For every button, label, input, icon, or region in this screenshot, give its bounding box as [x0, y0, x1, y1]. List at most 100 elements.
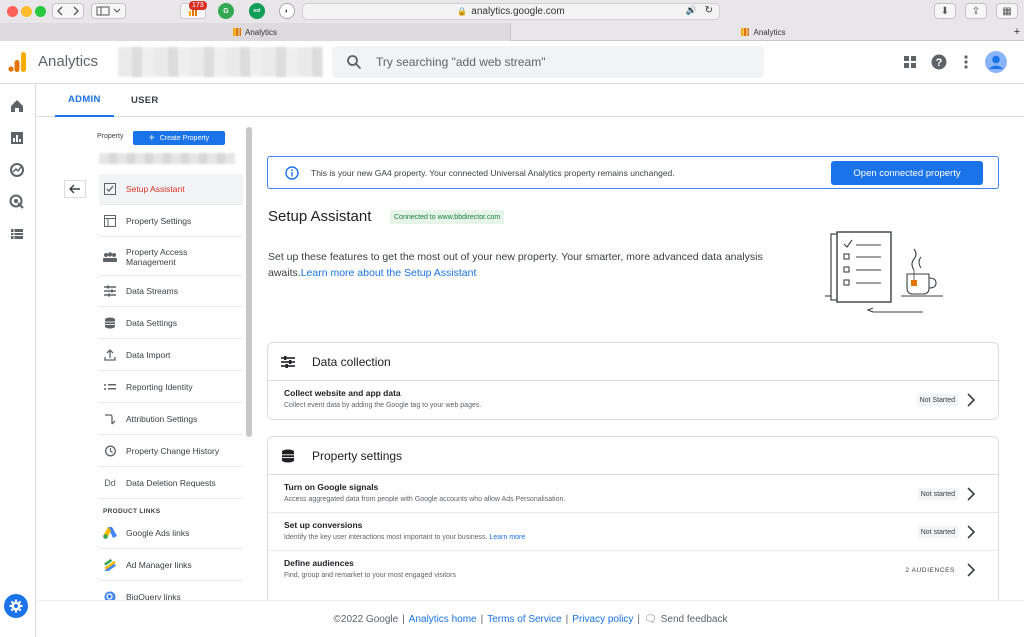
- reload-icon[interactable]: ↻: [705, 5, 713, 16]
- apps-button[interactable]: [901, 53, 919, 71]
- nav-item-data-settings[interactable]: Data Settings: [99, 308, 243, 339]
- app-title: Analytics: [38, 53, 99, 70]
- plus-icon: +: [148, 132, 155, 144]
- extension-badge: 173: [189, 1, 207, 10]
- nav-scrollbar[interactable]: [246, 127, 252, 437]
- speaker-icon[interactable]: 🔊: [686, 5, 697, 16]
- nav-item-google-ads-links[interactable]: Google Ads links: [99, 518, 243, 549]
- send-feedback-link[interactable]: Send feedback: [661, 614, 728, 625]
- streams-icon: [281, 355, 295, 368]
- identity-icon: [103, 380, 117, 394]
- nav-item-property-settings[interactable]: Property Settings: [99, 206, 243, 237]
- nav-item-label: Google Ads links: [126, 528, 190, 538]
- tab-overview-button[interactable]: ▦: [996, 3, 1018, 19]
- address-bar[interactable]: 🔒 analytics.google.com 🔊 ↻: [302, 3, 720, 20]
- admin-button[interactable]: [4, 594, 28, 618]
- task-row-conversions[interactable]: Set up conversions Identify the key user…: [268, 513, 998, 551]
- grammarly-extension-icon[interactable]: G: [218, 3, 234, 19]
- product-links-heading: PRODUCT LINKS: [103, 508, 161, 515]
- database-icon: [103, 316, 117, 330]
- close-window-button[interactable]: [7, 6, 18, 17]
- task-row-audiences[interactable]: Define audiences Find, group and remarke…: [268, 551, 998, 589]
- explore-icon[interactable]: [9, 162, 25, 178]
- search-bar[interactable]: Try searching "add web stream": [332, 46, 764, 78]
- back-forward-buttons[interactable]: [52, 3, 84, 19]
- share-button[interactable]: ⇪: [965, 3, 987, 19]
- task-description: Identify the key user interactions most …: [284, 534, 525, 541]
- arrow-left-icon: [69, 184, 80, 194]
- sidebar-toggle-button[interactable]: [91, 3, 126, 19]
- new-tab-button[interactable]: +: [1010, 23, 1024, 41]
- privacy-policy-link[interactable]: Privacy policy: [572, 614, 633, 625]
- footer-separator: |: [402, 613, 405, 625]
- download-icon: ⬇: [940, 5, 950, 17]
- nav-item-reporting-identity[interactable]: Reporting Identity: [99, 372, 243, 403]
- terms-of-service-link[interactable]: Terms of Service: [487, 614, 561, 625]
- status-badge: Not started: [917, 488, 958, 500]
- chevron-right-icon[interactable]: [966, 393, 976, 407]
- avatar-icon: [985, 51, 1007, 73]
- nav-item-attribution-settings[interactable]: Attribution Settings: [99, 404, 243, 435]
- people-icon: [103, 250, 117, 264]
- more-options-button[interactable]: [957, 53, 975, 71]
- property-label: Property: [97, 133, 124, 140]
- more-vert-icon: [964, 55, 968, 69]
- back-button[interactable]: [64, 180, 86, 198]
- advertising-icon[interactable]: [9, 194, 25, 210]
- browser-tab-title: Analytics: [753, 27, 786, 37]
- nav-item-data-streams[interactable]: Data Streams: [99, 276, 243, 307]
- reports-icon[interactable]: [9, 130, 25, 146]
- dd-icon: Dd: [104, 478, 116, 488]
- create-property-button[interactable]: + Create Property: [133, 131, 225, 145]
- tab-user[interactable]: USER: [119, 84, 171, 117]
- account-avatar[interactable]: [985, 51, 1007, 73]
- property-nav-panel: Property + Create Property Setup Assista…: [37, 118, 257, 600]
- nav-item-data-import[interactable]: Data Import: [99, 340, 243, 371]
- nav-item-label: Property Access Management: [126, 246, 188, 267]
- chevron-right-icon[interactable]: [966, 525, 976, 539]
- learn-more-setup-link[interactable]: Learn more about the Setup Assistant: [301, 267, 477, 279]
- nav-item-data-deletion-requests[interactable]: Dd Data Deletion Requests: [99, 468, 243, 499]
- analytics-home-link[interactable]: Analytics home: [409, 614, 477, 625]
- tab-admin[interactable]: ADMIN: [55, 84, 114, 117]
- learn-more-link[interactable]: Learn more: [489, 534, 525, 541]
- open-connected-property-button[interactable]: Open connected property: [831, 161, 983, 185]
- nav-item-bigquery-links[interactable]: BigQuery links: [99, 582, 243, 600]
- home-icon[interactable]: [9, 98, 25, 114]
- browser-tab-1[interactable]: Analytics: [0, 23, 510, 41]
- task-row-google-signals[interactable]: Turn on Google signals Access aggregated…: [268, 475, 998, 513]
- task-description-text: Identify the key user interactions most …: [284, 534, 488, 541]
- configure-icon[interactable]: [9, 226, 25, 242]
- green-extension-icon[interactable]: ext: [249, 3, 265, 19]
- footer-separator: |: [637, 613, 641, 625]
- page-footer: ©2022 Google | Analytics home | Terms of…: [37, 600, 1024, 637]
- minimize-window-button[interactable]: [21, 6, 32, 17]
- streams-icon: [103, 284, 117, 298]
- browser-tab-2[interactable]: Analytics: [510, 23, 1016, 41]
- settings-page-icon: [103, 214, 117, 228]
- property-selector[interactable]: [99, 153, 235, 164]
- zoom-window-button[interactable]: [35, 6, 46, 17]
- nav-item-label: Data Import: [126, 350, 171, 360]
- help-button[interactable]: ?: [930, 53, 948, 71]
- task-description: Access aggregated data from people with …: [284, 496, 566, 503]
- nav-item-label: Data Settings: [126, 318, 178, 328]
- downloads-button[interactable]: ⬇: [934, 3, 956, 19]
- chevron-right-icon[interactable]: [966, 563, 976, 577]
- task-title: Set up conversions: [284, 520, 363, 530]
- database-icon: [282, 449, 294, 462]
- chevron-right-icon[interactable]: [966, 487, 976, 501]
- privacy-extension-icon[interactable]: ◐: [279, 3, 295, 19]
- grid-icon: ▦: [1002, 5, 1012, 17]
- nav-item-property-access-management[interactable]: Property Access Management: [99, 238, 243, 276]
- task-row-collect-data[interactable]: Collect website and app data Collect eve…: [268, 381, 998, 419]
- nav-item-ad-manager-links[interactable]: Ad Manager links: [99, 550, 243, 581]
- account-selector[interactable]: [118, 47, 323, 77]
- nav-item-setup-assistant[interactable]: Setup Assistant: [99, 174, 243, 205]
- nav-item-label: Property Change History: [126, 446, 220, 456]
- nav-item-property-change-history[interactable]: Property Change History: [99, 436, 243, 467]
- analytics-logo-icon[interactable]: [8, 52, 26, 72]
- admin-tab-bar: ADMIN USER: [37, 84, 1024, 117]
- footer-separator: |: [565, 613, 569, 625]
- task-title: Define audiences: [284, 558, 354, 568]
